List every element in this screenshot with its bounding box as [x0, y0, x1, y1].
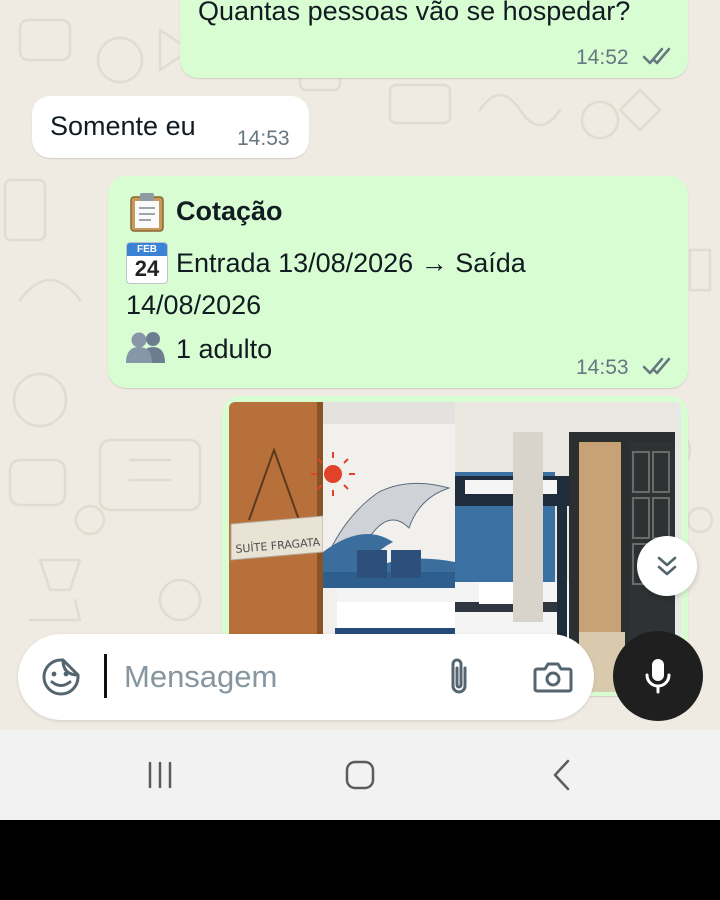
home-icon	[345, 760, 375, 790]
quote-guests: 1 adulto	[176, 334, 273, 364]
back-icon	[553, 759, 570, 791]
message-bubble-quote[interactable]: Cotação FEB 24 Entrada 13/08/2026 → Saíd…	[108, 176, 688, 388]
text-cursor	[104, 654, 107, 698]
calendar-month: FEB	[127, 243, 167, 256]
paperclip-icon	[451, 658, 467, 694]
recent-apps-icon	[148, 761, 172, 789]
clipboard-emoji	[130, 193, 164, 232]
quote-dates-line1: Entrada 13/08/2026 → Saída	[176, 248, 526, 278]
voice-message-button[interactable]	[613, 631, 703, 721]
quote-dates-line2: 14/08/2026	[126, 290, 262, 320]
back-button[interactable]	[522, 730, 602, 820]
people-emoji	[126, 332, 165, 363]
camera-icon	[533, 662, 573, 693]
microphone-icon	[645, 659, 671, 694]
calendar-day: 24	[134, 256, 160, 281]
attach-button[interactable]	[436, 654, 482, 700]
message-time: 14:53	[237, 127, 290, 150]
camera-button[interactable]	[528, 654, 578, 700]
double-chevron-down-icon	[657, 556, 677, 576]
sticker-button[interactable]	[38, 654, 84, 700]
scroll-to-bottom-button[interactable]	[637, 536, 697, 596]
message-text: Somente eu	[50, 111, 196, 141]
message-text: Quantas pessoas vão se hospedar?	[198, 0, 631, 26]
sticker-icon	[42, 658, 80, 696]
calendar-emoji: FEB 24	[126, 242, 168, 284]
chat-area[interactable]: Quantas pessoas vão se hospedar? 14:52 S…	[0, 0, 720, 730]
message-bubble-outgoing[interactable]: Quantas pessoas vão se hospedar? 14:52	[180, 0, 688, 78]
double-check-icon	[642, 47, 671, 65]
message-time: 14:53	[576, 356, 629, 379]
system-navigation-bar	[0, 730, 720, 820]
message-time: 14:52	[576, 46, 629, 69]
home-button[interactable]	[320, 730, 400, 820]
double-check-icon	[642, 357, 671, 375]
bottom-letterbox	[0, 820, 720, 900]
recent-apps-button[interactable]	[120, 730, 200, 820]
quote-title: Cotação	[176, 196, 283, 226]
message-input[interactable]	[106, 654, 444, 700]
message-bubble-incoming[interactable]: Somente eu 14:53	[32, 96, 309, 158]
